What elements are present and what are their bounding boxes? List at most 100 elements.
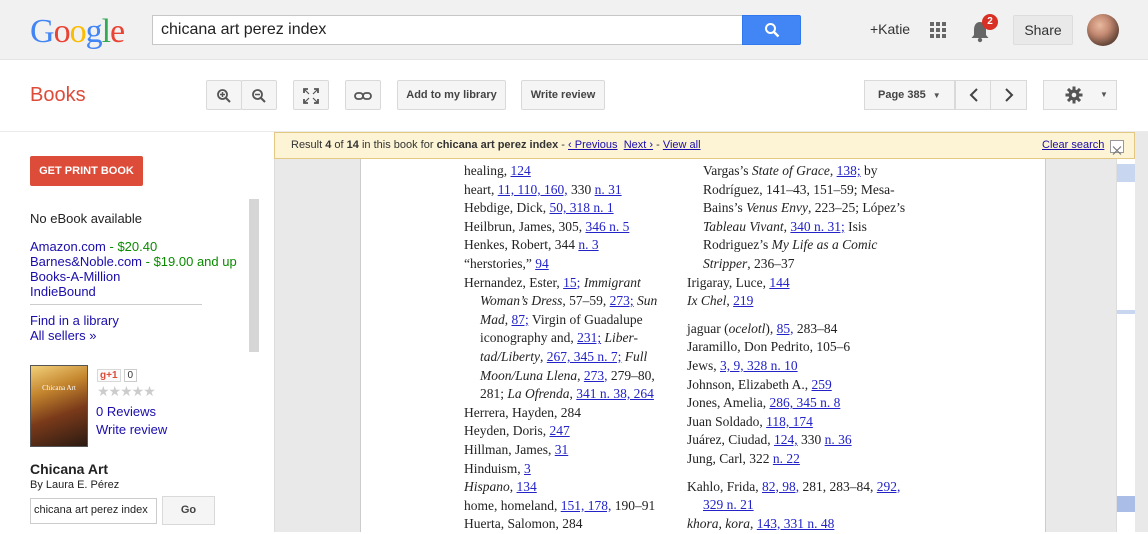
sidebar-scrollbar[interactable] <box>249 199 259 352</box>
index-page-link[interactable]: 15; <box>563 275 580 290</box>
scroll-marker[interactable] <box>1117 164 1135 182</box>
index-page-link[interactable]: 341 n. 38, 264 <box>576 386 654 401</box>
dropdown-arrow-icon: ▼ <box>932 91 941 100</box>
search-input[interactable]: chicana art perez index <box>152 15 743 45</box>
index-page-link[interactable]: 151, 178, <box>561 498 612 513</box>
index-text: Jaramillo, Don Pedrito, 105–6 <box>687 339 851 355</box>
avatar[interactable] <box>1087 14 1119 46</box>
go-button[interactable]: Go <box>162 496 215 525</box>
index-page-link[interactable]: 346 n. 5 <box>585 219 629 234</box>
seller-link[interactable]: IndieBound <box>30 284 96 299</box>
index-page-link[interactable]: 329 n. 21 <box>703 497 754 512</box>
index-page-link[interactable]: n. 3 <box>578 237 598 252</box>
index-page-link[interactable]: 3 <box>524 461 531 476</box>
index-text: Liber- <box>601 330 638 346</box>
link-button[interactable] <box>345 80 381 110</box>
write-review-link[interactable]: Write review <box>96 422 167 437</box>
reviews-count-link[interactable]: 0 Reviews <box>96 404 156 419</box>
index-page-link[interactable]: 85, <box>777 321 794 336</box>
seller-item: IndieBound <box>30 284 237 299</box>
index-text: 279–80, <box>607 367 655 383</box>
apps-grid-icon[interactable] <box>930 22 946 38</box>
search-in-book-input[interactable]: chicana art perez index <box>30 498 157 524</box>
seller-link[interactable]: Amazon.com <box>30 239 106 254</box>
index-page-link[interactable]: 273, <box>584 368 608 383</box>
zoom-out-button[interactable] <box>241 80 277 110</box>
fullscreen-button[interactable] <box>293 80 329 110</box>
index-page-link[interactable]: 340 n. 31; <box>790 219 844 234</box>
logo-letter: o <box>53 13 71 50</box>
get-print-book-button[interactable]: GET PRINT BOOK <box>30 156 143 186</box>
index-page-link[interactable]: 50, 318 n. 1 <box>549 200 613 215</box>
notification-count-badge[interactable]: 2 <box>982 14 998 30</box>
index-page-link[interactable]: 124 <box>511 163 531 178</box>
index-page-link[interactable]: 286, 345 n. 8 <box>770 395 841 410</box>
find-in-library-link[interactable]: Find in a library <box>30 313 119 328</box>
result-text: Result <box>291 139 326 151</box>
index-entry: Jones, Amelia, 286, 345 n. 8 <box>687 394 905 413</box>
previous-result-link[interactable]: ‹ Previous <box>568 139 618 151</box>
viewer-scrollbar[interactable] <box>1116 159 1135 532</box>
index-page-link[interactable]: 259 <box>812 377 832 392</box>
index-page-link[interactable]: 94 <box>535 256 549 271</box>
scroll-marker[interactable] <box>1117 310 1135 314</box>
view-all-link[interactable]: View all <box>663 139 701 151</box>
index-page-link[interactable]: 87; <box>512 312 529 327</box>
close-result-bar-button[interactable] <box>1110 140 1124 155</box>
index-text: , 57–59, <box>562 293 610 309</box>
index-page-link[interactable]: 124, <box>774 432 798 447</box>
index-text: , <box>504 311 512 327</box>
index-page-link[interactable]: 138; <box>837 163 861 178</box>
share-button[interactable]: Share <box>1013 15 1073 45</box>
user-name-link[interactable]: +Katie <box>870 21 910 37</box>
index-text: Heilbrun, James, 305, <box>464 218 586 234</box>
index-page-link[interactable]: 292, <box>877 479 901 494</box>
index-entry: Hebdige, Dick, 50, 318 n. 1 <box>464 199 657 218</box>
books-app-title[interactable]: Books <box>30 84 86 107</box>
index-page-link[interactable]: n. 22 <box>773 451 800 466</box>
previous-page-button[interactable] <box>955 80 991 110</box>
index-entry: Jaramillo, Don Pedrito, 105–6 <box>687 338 905 357</box>
book-cover[interactable]: Chicana Art <box>30 365 88 447</box>
clear-search-link[interactable]: Clear search <box>1042 133 1104 158</box>
index-page-link[interactable]: 144 <box>769 275 789 290</box>
index-page-link[interactable]: n. 36 <box>825 432 852 447</box>
sidebar: GET PRINT BOOK No eBook available Amazon… <box>0 132 274 532</box>
gplus-button[interactable]: g+1 <box>97 369 121 382</box>
scroll-thumb[interactable] <box>1117 496 1135 512</box>
page-select[interactable]: Page 385 ▼ <box>864 80 955 110</box>
index-text: Venus Envy <box>746 200 808 216</box>
index-page-link[interactable]: 118, 174 <box>766 414 813 429</box>
google-logo[interactable]: Google <box>30 12 125 52</box>
index-page-link[interactable]: 11, 110, 160, <box>498 182 568 197</box>
index-page-link[interactable]: 219 <box>733 293 753 308</box>
seller-link[interactable]: Barnes&Noble.com <box>30 254 142 269</box>
index-page-link[interactable]: 231; <box>577 330 601 345</box>
search-button[interactable] <box>742 15 801 45</box>
next-result-link[interactable]: Next › <box>624 139 653 151</box>
index-text: healing, <box>464 163 511 178</box>
all-sellers-link[interactable]: All sellers » <box>30 328 96 343</box>
settings-menu-button[interactable]: ▼ <box>1043 80 1117 110</box>
index-text: Immigrant <box>580 274 641 290</box>
index-page-link[interactable]: 134 <box>517 479 537 494</box>
index-page-link[interactable]: 273; <box>610 293 634 308</box>
logo-letter: l <box>101 13 112 50</box>
add-to-library-button[interactable]: Add to my library <box>397 80 506 110</box>
index-page-link[interactable]: 143, 331 n. 48 <box>757 516 835 531</box>
index-text: Virgin of Guadalupe <box>528 311 643 327</box>
index-page-link[interactable]: 3, 9, 328 n. 10 <box>720 358 798 373</box>
seller-link[interactable]: Books-A-Million <box>30 269 120 284</box>
next-page-button[interactable] <box>990 80 1027 110</box>
index-page-link[interactable]: 247 <box>549 423 569 438</box>
index-page-link[interactable]: 82, 98, <box>762 479 799 494</box>
index-entry: Juárez, Ciudad, 124, 330 n. 36 <box>687 431 905 450</box>
write-review-button[interactable]: Write review <box>521 80 605 110</box>
index-text: Heyden, Doris, <box>464 423 550 439</box>
index-page-link[interactable]: 31 <box>555 442 569 457</box>
index-page-link[interactable]: 267, 345 n. 7; <box>547 349 622 364</box>
index-entry: Juan Soldado, 118, 174 <box>687 413 905 432</box>
rating-stars[interactable]: ★★★★★ <box>97 383 156 400</box>
index-page-link[interactable]: n. 31 <box>595 182 622 197</box>
zoom-in-button[interactable] <box>206 80 242 110</box>
